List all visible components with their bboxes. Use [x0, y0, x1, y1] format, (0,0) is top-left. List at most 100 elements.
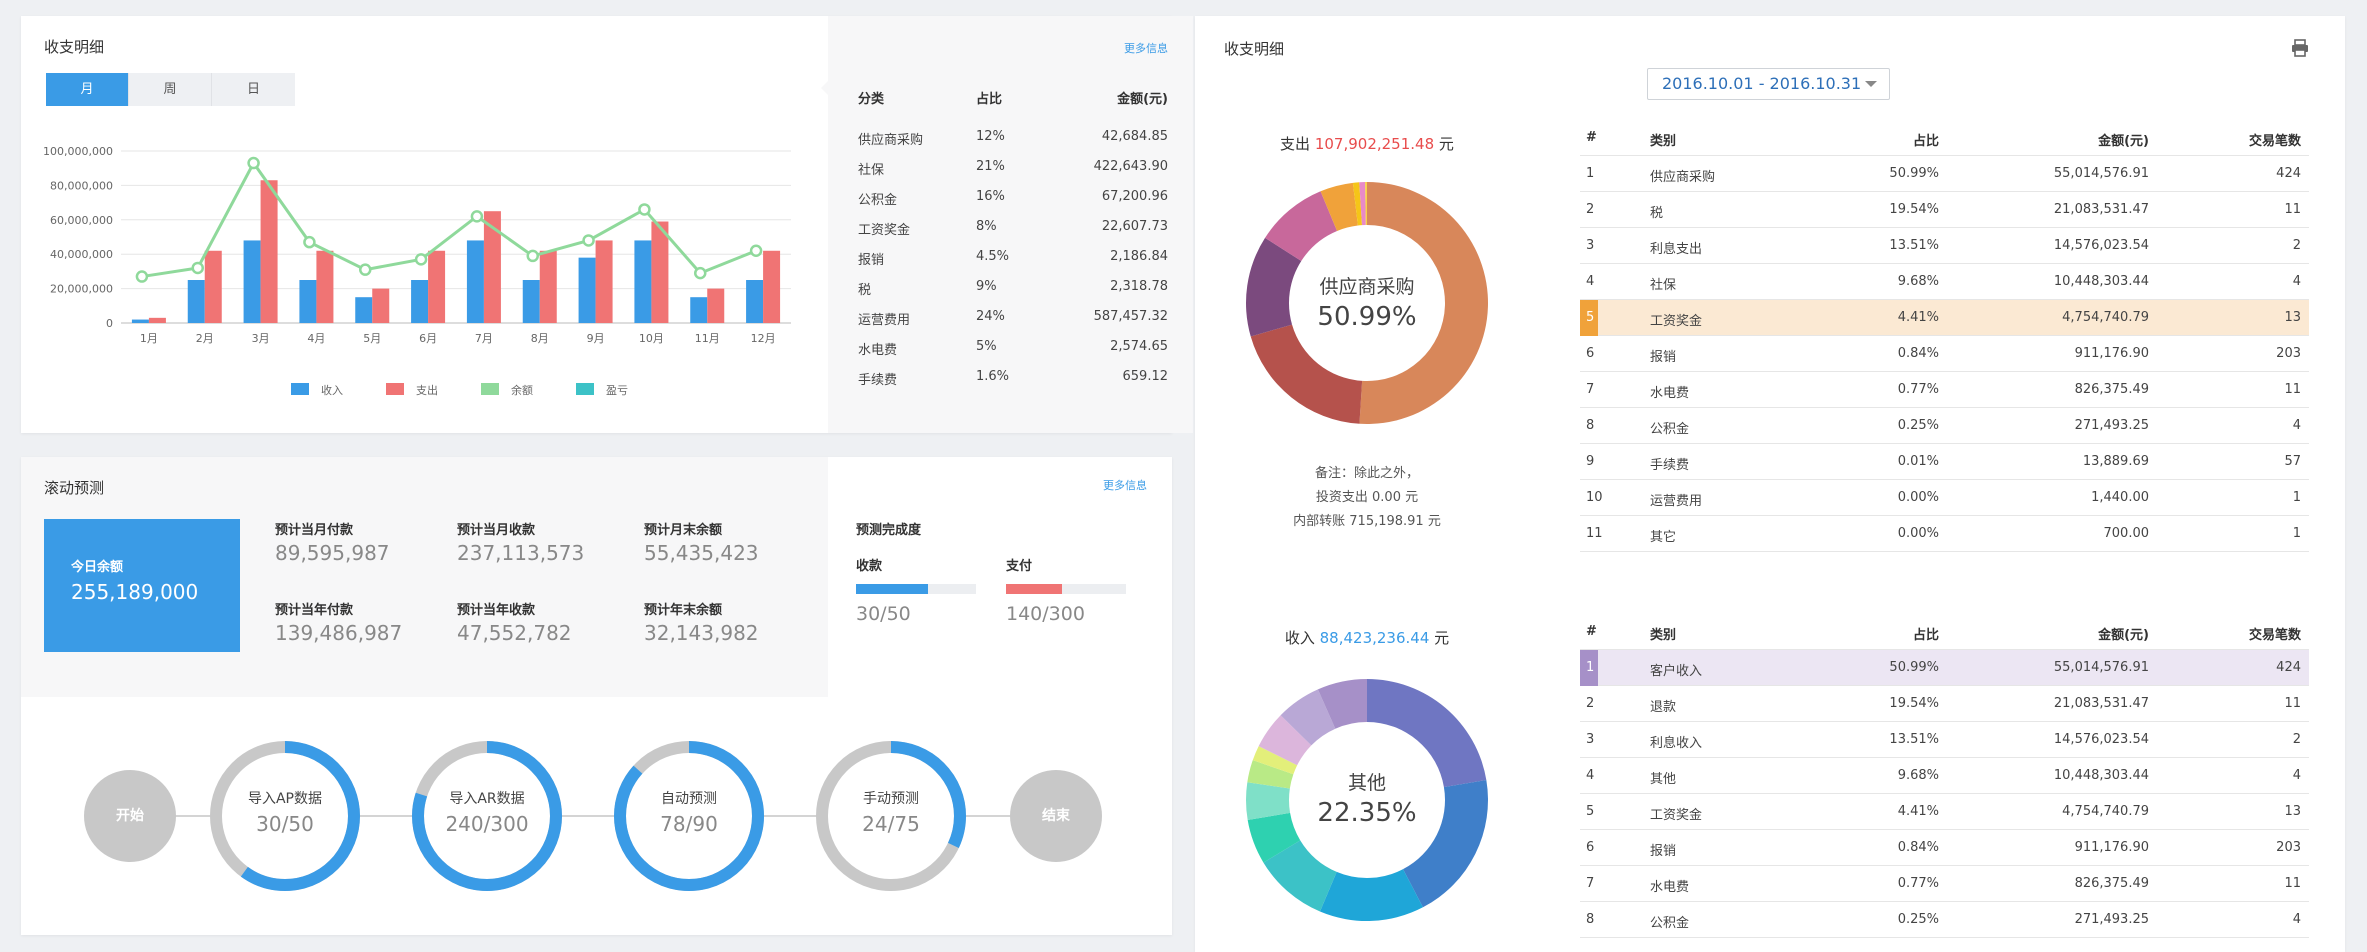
- legend-label[interactable]: 余额: [511, 383, 533, 397]
- expense-bar[interactable]: [316, 250, 334, 323]
- more-info-link[interactable]: 更多信息: [1124, 40, 1168, 56]
- table-row[interactable]: 3 利息收入 13.51% 14,576,023.54 2: [1580, 722, 2309, 758]
- expense-bar[interactable]: [148, 317, 166, 323]
- expense-bar[interactable]: [260, 180, 278, 323]
- category-name: 税: [858, 283, 872, 298]
- flow-step[interactable]: 自动预测 78/90: [613, 740, 765, 892]
- balance-point[interactable]: [135, 270, 149, 283]
- table-cell: 826,375.49: [2074, 382, 2149, 397]
- step-count: 24/75: [862, 812, 920, 836]
- table-cell: 21,083,531.47: [2053, 202, 2149, 217]
- flow-step[interactable]: 导入AP数据 30/50: [209, 740, 361, 892]
- balance-point[interactable]: [191, 261, 204, 275]
- balance-point[interactable]: [638, 203, 651, 216]
- income-bar[interactable]: [690, 297, 708, 323]
- table-row[interactable]: 8 公积金 0.25% 271,493.25 4: [1580, 408, 2309, 444]
- table-row[interactable]: 3 利息支出 13.51% 14,576,023.54 2: [1580, 228, 2309, 264]
- table-cell: 社保: [1650, 278, 1677, 293]
- x-tick-label: 10月: [639, 332, 664, 345]
- income-bar[interactable]: [466, 240, 484, 323]
- income-bar[interactable]: [187, 280, 205, 323]
- balance-point[interactable]: [303, 235, 316, 249]
- donut-slice[interactable]: [1250, 324, 1363, 424]
- income-bar[interactable]: [243, 240, 261, 323]
- balance-point[interactable]: [414, 253, 428, 266]
- today-balance-value: 255,189,000: [71, 580, 199, 604]
- table-cell: 利息支出: [1650, 242, 1703, 257]
- category-summary: 更多信息 分类 占比 金额(元) 供应商采购 12% 42,684.85 社保 21% 4…: [821, 16, 1193, 433]
- expense-unit: 元: [1438, 135, 1454, 153]
- table-row[interactable]: 1 供应商采购 50.99% 55,014,576.91 424: [1580, 156, 2309, 192]
- step-label: 自动预测: [661, 791, 717, 807]
- tab-month[interactable]: 月: [46, 73, 129, 106]
- more-info-link[interactable]: 更多信息: [1103, 477, 1147, 493]
- table-row[interactable]: 10 运营费用 0.00% 1,440.00 1: [1580, 480, 2309, 516]
- table-row[interactable]: 5 工资奖金 4.41% 4,754,740.79 13: [1580, 794, 2309, 830]
- expense-bar[interactable]: [651, 221, 669, 323]
- table-cell: 1: [2292, 526, 2301, 541]
- flow-end: 结束: [1010, 770, 1102, 862]
- balance-point[interactable]: [749, 244, 763, 258]
- income-bar[interactable]: [411, 280, 429, 323]
- table-row[interactable]: 7 水电费 0.77% 826,375.49 11: [1580, 866, 2309, 902]
- table-row[interactable]: 2 税 19.54% 21,083,531.47 11: [1580, 192, 2309, 228]
- income-bar[interactable]: [355, 297, 373, 323]
- table-row[interactable]: 9 手续费 0.01% 13,889.69 57: [1580, 444, 2309, 480]
- income-bar[interactable]: [299, 280, 317, 323]
- balance-point[interactable]: [470, 210, 484, 223]
- flow-step[interactable]: 手动预测 24/75: [815, 740, 967, 892]
- progress-bar-receive: [856, 584, 976, 594]
- table-row[interactable]: 7 水电费 0.77% 826,375.49 11: [1580, 372, 2309, 408]
- table-row[interactable]: 11 其它 0.00% 700.00 1: [1580, 516, 2309, 552]
- table-cell: 0.25%: [1897, 418, 1939, 433]
- table-cell: 6: [1586, 346, 1595, 361]
- table-row[interactable]: 2 退款 19.54% 21,083,531.47 11: [1580, 686, 2309, 722]
- table-row[interactable]: 6 报销 0.84% 911,176.90 203: [1580, 336, 2309, 372]
- table-row[interactable]: 1 客户收入 50.99% 55,014,576.91 424: [1580, 650, 2309, 686]
- table-row[interactable]: 8 公积金 0.25% 271,493.25 4: [1580, 902, 2309, 938]
- expense-bar[interactable]: [595, 240, 613, 323]
- table-cell: 4: [2292, 912, 2301, 927]
- legend-label[interactable]: 收入: [321, 383, 343, 397]
- expense-bar[interactable]: [428, 250, 446, 323]
- table-cell: 0.01%: [1897, 454, 1939, 469]
- table-cell: 911,176.90: [2074, 346, 2149, 361]
- expense-bar[interactable]: [707, 288, 725, 323]
- income-bar[interactable]: [746, 280, 764, 323]
- table-row[interactable]: 6 报销 0.84% 911,176.90 203: [1580, 830, 2309, 866]
- expense-bar[interactable]: [372, 288, 390, 323]
- stat-value: 47,552,782: [457, 621, 572, 645]
- balance-point[interactable]: [359, 263, 372, 276]
- table-cell: 0.77%: [1897, 382, 1939, 397]
- tab-day[interactable]: 日: [212, 73, 295, 106]
- category-name: 供应商采购: [858, 133, 924, 148]
- balance-point[interactable]: [694, 266, 707, 280]
- table-cell: 55,014,576.91: [2053, 166, 2149, 181]
- income-table: # 类别 占比 金额(元) 交易笔数 1 客户收入 50.99% 55,014,576.91 42…: [1580, 614, 2309, 938]
- income-bar[interactable]: [634, 240, 652, 323]
- category-amount: 2,318.78: [1110, 279, 1168, 294]
- expense-bar[interactable]: [763, 250, 781, 323]
- balance-point[interactable]: [582, 234, 595, 247]
- category-share: 16%: [976, 189, 1005, 204]
- legend-label[interactable]: 支出: [416, 383, 438, 397]
- table-cell: 手续费: [1650, 458, 1690, 473]
- flow-step[interactable]: 导入AR数据 240/300: [411, 740, 563, 892]
- balance-point[interactable]: [526, 249, 539, 263]
- table-row[interactable]: 5 工资奖金 4.41% 4,754,740.79 13: [1580, 300, 2309, 336]
- expense-bar[interactable]: [539, 250, 557, 323]
- tab-week[interactable]: 周: [129, 73, 212, 106]
- table-row[interactable]: 4 其他 9.68% 10,448,303.44 4: [1580, 758, 2309, 794]
- income-bar[interactable]: [578, 257, 596, 323]
- table-row[interactable]: 4 社保 9.68% 10,448,303.44 4: [1580, 264, 2309, 300]
- table-cell: 4: [2292, 768, 2301, 783]
- income-bar[interactable]: [522, 280, 540, 323]
- expense-bar[interactable]: [204, 250, 222, 323]
- date-range-select[interactable]: 2016.10.01 - 2016.10.31: [1647, 68, 1890, 100]
- legend-label[interactable]: 盈亏: [606, 384, 628, 397]
- table-cell: 供应商采购: [1650, 170, 1716, 185]
- income-bar[interactable]: [131, 319, 149, 323]
- balance-point[interactable]: [247, 156, 260, 170]
- table-cell: 19.54%: [1889, 202, 1939, 217]
- printer-icon[interactable]: [2290, 38, 2310, 58]
